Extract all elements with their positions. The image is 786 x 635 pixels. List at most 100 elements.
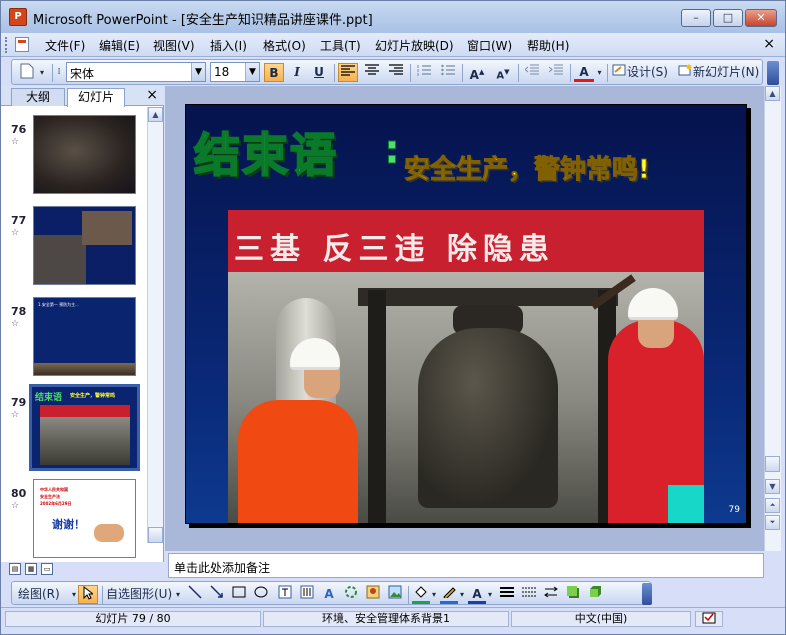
slide-sorter-view-icon[interactable]: ▦	[25, 563, 37, 575]
align-center-button[interactable]	[362, 63, 382, 82]
scroll-thumb[interactable]	[148, 527, 163, 543]
chevron-down-icon[interactable]: ▾	[458, 585, 466, 604]
design-icon[interactable]	[611, 63, 627, 82]
slide-scrollbar[interactable]: ▲ ▼ ⏶ ⏷	[764, 86, 781, 551]
minimize-button[interactable]: –	[681, 9, 711, 27]
font-size-combo[interactable]: 18 ▼	[210, 62, 260, 82]
slide-thumbnail[interactable]	[33, 206, 136, 285]
bold-button[interactable]: B	[264, 63, 284, 82]
arrow-icon[interactable]	[208, 585, 226, 604]
tab-outline[interactable]: 大纲	[11, 88, 65, 106]
thumbnail-item[interactable]: 76 ☆	[1, 111, 146, 201]
toolbar-options-icon[interactable]	[642, 583, 652, 605]
document-icon[interactable]	[15, 37, 29, 52]
slide-subtitle[interactable]: 安全生产，警钟常鸣!	[404, 149, 651, 186]
diagram-icon[interactable]	[342, 585, 360, 604]
new-document-icon[interactable]	[18, 63, 36, 82]
maximize-button[interactable]: □	[713, 9, 743, 27]
increase-indent-icon[interactable]	[546, 63, 566, 82]
font-color-icon[interactable]: A	[574, 63, 594, 82]
grip-icon[interactable]: ⁞	[56, 63, 62, 82]
numbered-list-icon[interactable]	[414, 63, 434, 82]
align-left-button[interactable]	[338, 63, 358, 82]
bell-photo[interactable]: 三基 反三违 除隐患	[228, 210, 704, 523]
menu-edit[interactable]: 编辑(E)	[99, 37, 140, 54]
current-slide[interactable]: 结束语 : 安全生产，警钟常鸣! 三基 反三违 除隐患 79	[185, 104, 747, 524]
menu-file[interactable]: 文件(F)	[45, 37, 85, 54]
line-icon[interactable]	[186, 585, 204, 604]
powerpoint-app-icon[interactable]: P	[9, 8, 27, 26]
chevron-down-icon[interactable]: ▾	[430, 585, 438, 604]
chevron-down-icon[interactable]: ▾	[486, 585, 494, 604]
thumbnail-item[interactable]: 78 ☆ 1.安全第一 预防为主...	[1, 293, 146, 383]
normal-view-icon[interactable]: ▤	[9, 563, 21, 575]
line-style-icon[interactable]	[498, 585, 516, 604]
decrease-font-size-icon[interactable]: A▼	[492, 63, 514, 82]
scroll-up-icon[interactable]: ▲	[765, 86, 780, 101]
menu-slideshow[interactable]: 幻灯片放映(D)	[375, 37, 454, 54]
arrow-style-icon[interactable]	[542, 585, 560, 604]
thumbnail-item[interactable]: 77 ☆	[1, 202, 146, 292]
scroll-up-icon[interactable]: ▲	[148, 107, 163, 122]
italic-button[interactable]: I	[288, 63, 306, 82]
slide-thumbnail[interactable]	[33, 115, 136, 194]
slide-thumbnail[interactable]: 1.安全第一 预防为主...	[33, 297, 136, 376]
draw-menu-button[interactable]: 绘图(R)	[18, 585, 74, 604]
design-button[interactable]: 设计(S)	[627, 63, 673, 82]
select-objects-icon[interactable]	[78, 585, 98, 604]
menu-view[interactable]: 视图(V)	[153, 37, 195, 54]
menu-insert[interactable]: 插入(I)	[210, 37, 247, 54]
scroll-thumb[interactable]	[765, 456, 780, 472]
spelling-status-icon[interactable]	[695, 611, 723, 627]
slide-thumbnail[interactable]: 中华人民共和国 安全生产法 2002年6月29日 谢谢！	[33, 479, 136, 558]
vertical-textbox-icon[interactable]	[298, 585, 316, 604]
shadow-style-icon[interactable]	[564, 585, 582, 604]
align-right-button[interactable]	[386, 63, 406, 82]
thumbnail-item[interactable]: 80 ☆ 中华人民共和国 安全生产法 2002年6月29日 谢谢！	[1, 475, 146, 563]
close-button[interactable]: ✕	[745, 9, 777, 27]
new-slide-button[interactable]: 新幻灯片(N)	[693, 63, 763, 82]
menu-window[interactable]: 窗口(W)	[467, 37, 512, 54]
chevron-down-icon[interactable]: ▾	[174, 585, 182, 604]
slide-title[interactable]: 结束语	[193, 119, 338, 185]
close-pane-button[interactable]: ×	[146, 87, 158, 103]
insert-picture-icon[interactable]	[386, 585, 404, 604]
increase-font-size-icon[interactable]: A▲	[466, 63, 488, 82]
menu-tools[interactable]: 工具(T)	[320, 37, 361, 54]
clipart-icon[interactable]	[364, 585, 382, 604]
thumbnail-item-selected[interactable]: 79 ☆ 结束语 安全生产，警钟常鸣	[1, 384, 146, 474]
chevron-down-icon[interactable]: ▼	[245, 63, 259, 81]
tab-slides[interactable]: 幻灯片	[67, 88, 125, 107]
bulleted-list-icon[interactable]	[438, 63, 458, 82]
chevron-down-icon[interactable]: ▾	[595, 63, 604, 82]
chevron-down-icon[interactable]: ▾	[70, 585, 78, 604]
notes-pane[interactable]: 单击此处添加备注	[168, 553, 764, 578]
fill-color-icon[interactable]	[412, 585, 430, 604]
toolbar-options-icon[interactable]	[767, 61, 779, 85]
underline-button[interactable]: U	[310, 63, 328, 82]
next-slide-icon[interactable]: ⏷	[765, 515, 780, 530]
menu-help[interactable]: 帮助(H)	[527, 37, 569, 54]
decrease-indent-icon[interactable]	[522, 63, 542, 82]
slide-thumbnail[interactable]: 结束语 安全生产，警钟常鸣	[29, 384, 140, 471]
slideshow-view-icon[interactable]: ▭	[41, 563, 53, 575]
chevron-down-icon[interactable]: ▼	[191, 63, 205, 81]
dropdown-arrow-icon[interactable]: ▾	[38, 63, 46, 82]
3d-style-icon[interactable]	[586, 585, 604, 604]
font-name-combo[interactable]: 宋体 ▼	[66, 62, 206, 82]
grip-handle[interactable]	[5, 37, 9, 53]
wordart-icon[interactable]: A	[320, 585, 338, 604]
font-color-icon[interactable]: A	[468, 585, 486, 604]
line-color-icon[interactable]	[440, 585, 458, 604]
menu-format[interactable]: 格式(O)	[263, 37, 306, 54]
oval-icon[interactable]	[252, 585, 270, 604]
rectangle-icon[interactable]	[230, 585, 248, 604]
textbox-icon[interactable]	[276, 585, 294, 604]
scroll-down-icon[interactable]: ▼	[765, 479, 780, 494]
document-close-button[interactable]: ×	[763, 36, 775, 52]
dash-style-icon[interactable]	[520, 585, 538, 604]
previous-slide-icon[interactable]: ⏶	[765, 498, 780, 513]
thumbnail-scrollbar[interactable]: ▲	[147, 107, 163, 543]
new-slide-icon[interactable]	[677, 63, 693, 82]
autoshapes-button[interactable]: 自选图形(U)	[106, 585, 180, 604]
